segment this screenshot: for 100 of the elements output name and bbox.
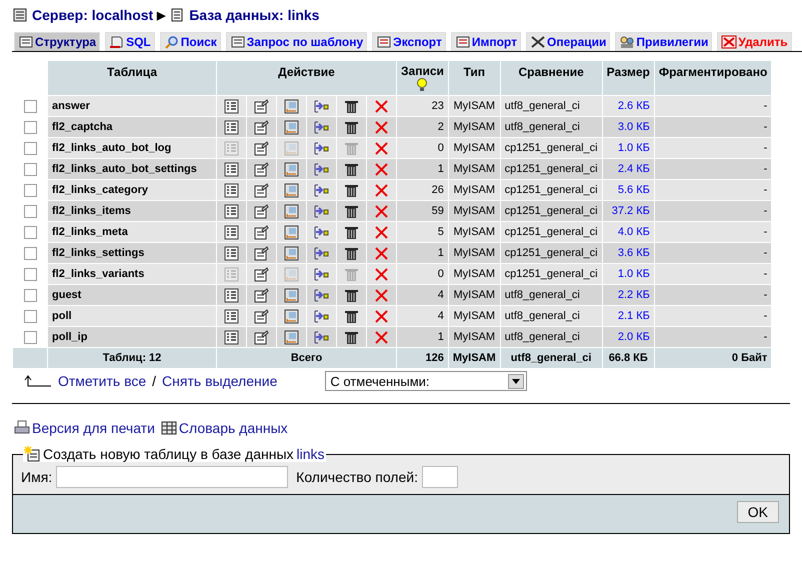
table-list-icon[interactable]	[224, 224, 239, 240]
row-checkbox[interactable]	[24, 268, 36, 280]
window-icon[interactable]	[284, 246, 299, 260]
insert-arrow-icon[interactable]	[314, 120, 329, 134]
uncheck-all-link[interactable]: Снять выделение	[162, 373, 278, 389]
row-checkbox[interactable]	[24, 246, 36, 260]
panel-legend: Создать новую таблицу в базе данных	[43, 446, 294, 462]
table-cell: MyISAM	[448, 138, 500, 158]
window-icon[interactable]	[284, 120, 299, 134]
insert-arrow-icon[interactable]	[314, 266, 329, 282]
window-icon[interactable]	[284, 162, 299, 176]
table-name[interactable]: poll	[48, 306, 216, 326]
window-icon[interactable]	[284, 98, 299, 114]
table-list-icon[interactable]	[224, 288, 239, 302]
with-selected-dropdown[interactable]: С отмеченными:	[325, 371, 528, 391]
window-icon[interactable]	[284, 288, 299, 302]
table-name[interactable]: guest	[48, 285, 216, 305]
insert-arrow-icon[interactable]	[314, 140, 329, 156]
cross-icon[interactable]	[374, 288, 389, 302]
cross-icon[interactable]	[374, 98, 389, 114]
table-list-icon[interactable]	[224, 98, 239, 114]
trash-icon[interactable]	[344, 182, 359, 198]
database-link[interactable]: База данных: links	[189, 7, 320, 23]
table-name[interactable]: fl2_links_settings	[48, 243, 216, 263]
table-name[interactable]: fl2_links_category	[48, 180, 216, 200]
trash-icon[interactable]	[344, 98, 359, 114]
server-link[interactable]: Сервер: localhost	[32, 7, 154, 23]
row-checkbox[interactable]	[24, 204, 36, 218]
trash-icon[interactable]	[344, 162, 359, 176]
trash-icon[interactable]	[344, 246, 359, 260]
page-link[interactable]: Словарь данных	[178, 420, 288, 436]
cross-icon[interactable]	[374, 204, 389, 218]
cross-icon[interactable]	[374, 266, 389, 282]
table-list-icon[interactable]	[224, 308, 239, 324]
database-link[interactable]: links	[296, 446, 325, 462]
insert-arrow-icon[interactable]	[314, 162, 329, 176]
table-cell: -	[654, 159, 772, 179]
table-list-icon[interactable]	[224, 246, 239, 260]
insert-arrow-icon[interactable]	[314, 308, 329, 324]
cross-icon[interactable]	[374, 224, 389, 240]
tab[interactable]: SQL	[105, 32, 155, 51]
insert-arrow-icon[interactable]	[314, 330, 329, 344]
cross-icon[interactable]	[374, 140, 389, 156]
cross-icon[interactable]	[374, 162, 389, 176]
tab[interactable]: Поиск	[160, 32, 221, 51]
table-list-icon[interactable]	[224, 120, 239, 134]
cross-icon[interactable]	[374, 120, 389, 134]
cross-icon[interactable]	[374, 182, 389, 198]
table-name[interactable]: fl2_links_auto_bot_log	[48, 138, 216, 158]
tab[interactable]: Структура	[14, 32, 100, 51]
row-checkbox[interactable]	[24, 226, 36, 238]
insert-arrow-icon[interactable]	[314, 204, 329, 218]
row-checkbox[interactable]	[24, 184, 36, 196]
table-name[interactable]: answer	[48, 96, 216, 116]
table-list-icon[interactable]	[224, 162, 239, 176]
table-list-icon[interactable]	[224, 182, 239, 198]
trash-icon[interactable]	[344, 120, 359, 134]
check-all-link[interactable]: Отметить все	[58, 373, 146, 389]
input-field[interactable]	[56, 466, 288, 488]
row-checkbox[interactable]	[24, 162, 36, 176]
insert-arrow-icon[interactable]	[314, 288, 329, 302]
cross-icon[interactable]	[374, 246, 389, 260]
input-field[interactable]	[422, 466, 458, 488]
table-name[interactable]: poll_ip	[48, 327, 216, 347]
trash-icon[interactable]	[344, 288, 359, 302]
window-icon[interactable]	[284, 182, 299, 198]
row-checkbox[interactable]	[24, 310, 36, 322]
trash-icon[interactable]	[344, 204, 359, 218]
row-checkbox[interactable]	[24, 330, 36, 344]
table-name[interactable]: fl2_links_auto_bot_settings	[48, 159, 216, 179]
tab[interactable]: Операции	[526, 32, 610, 51]
insert-arrow-icon[interactable]	[314, 246, 329, 260]
cross-icon[interactable]	[374, 330, 389, 344]
window-icon[interactable]	[284, 204, 299, 218]
table-name[interactable]: fl2_captcha	[48, 117, 216, 137]
ok-button[interactable]: OK	[736, 501, 779, 523]
window-icon[interactable]	[284, 224, 299, 240]
table-list-icon[interactable]	[224, 204, 239, 218]
table-name[interactable]: fl2_links_items	[48, 201, 216, 221]
tab[interactable]: Привилегии	[615, 32, 712, 51]
insert-arrow-icon[interactable]	[314, 98, 329, 114]
trash-icon[interactable]	[344, 224, 359, 240]
table-list-icon[interactable]	[224, 330, 239, 344]
row-checkbox[interactable]	[24, 142, 36, 154]
tab[interactable]: Импорт	[450, 32, 521, 51]
window-icon[interactable]	[284, 308, 299, 324]
row-checkbox[interactable]	[24, 120, 36, 134]
tab[interactable]: Экспорт	[372, 32, 446, 51]
table-name[interactable]: fl2_links_meta	[48, 222, 216, 242]
insert-arrow-icon[interactable]	[314, 182, 329, 198]
trash-icon[interactable]	[344, 330, 359, 344]
cross-icon[interactable]	[374, 308, 389, 324]
window-icon[interactable]	[284, 330, 299, 344]
page-link[interactable]: Версия для печати	[32, 420, 155, 436]
tab[interactable]: Запрос по шаблону	[226, 32, 368, 51]
row-checkbox[interactable]	[24, 100, 36, 112]
insert-arrow-icon[interactable]	[314, 224, 329, 240]
row-checkbox[interactable]	[24, 288, 36, 302]
trash-icon[interactable]	[344, 308, 359, 324]
table-name[interactable]: fl2_links_variants	[48, 264, 216, 284]
